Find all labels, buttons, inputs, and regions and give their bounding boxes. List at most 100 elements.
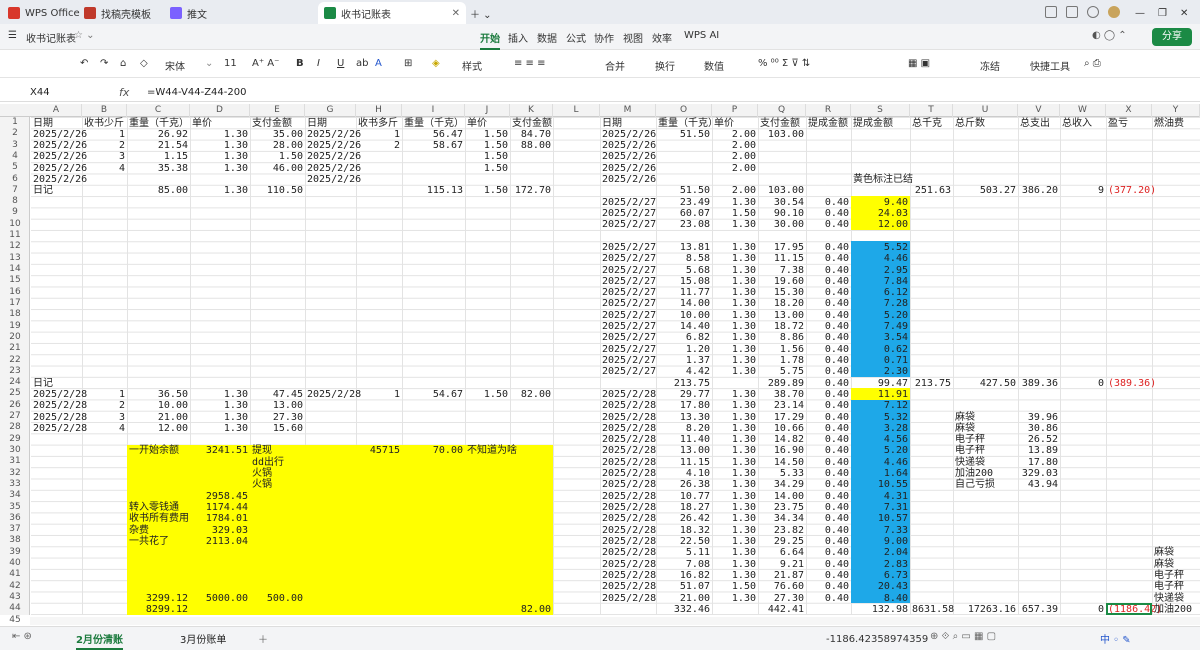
cell-p21[interactable]: 1.30: [714, 344, 756, 355]
cell-b26[interactable]: 2: [84, 400, 125, 411]
cell-y1[interactable]: 燃油费: [1154, 118, 1184, 129]
cell-v24[interactable]: 389.36: [1020, 378, 1058, 389]
cell-i30[interactable]: 70.00: [404, 445, 463, 456]
cell-e4[interactable]: 1.50: [252, 151, 303, 162]
cell-q32[interactable]: 5.33: [760, 468, 804, 479]
cell-grid[interactable]: 日期 收书少斤 重量（千克） 单价 支付金额 日期 收书多斤 重量（千克） 单价 支付金额 日期 重量…: [31, 117, 1200, 615]
cell-o42[interactable]: 51.07: [658, 581, 710, 592]
cell-k7[interactable]: 172.70: [512, 185, 551, 196]
cell-s22[interactable]: 0.71: [853, 355, 908, 366]
row-header[interactable]: 40: [0, 558, 30, 568]
cell-q12[interactable]: 17.95: [760, 242, 804, 253]
cell-r38[interactable]: 0.40: [808, 536, 849, 547]
cell-g4[interactable]: 2025/2/26: [307, 151, 361, 162]
cell-q17[interactable]: 18.20: [760, 298, 804, 309]
cell-j4[interactable]: 1.50: [467, 151, 508, 162]
cell-q44[interactable]: 442.41: [760, 604, 804, 615]
column-header-j[interactable]: J: [465, 104, 510, 117]
cell-q16[interactable]: 15.30: [760, 287, 804, 298]
cell-r18[interactable]: 0.40: [808, 310, 849, 321]
cell-o19[interactable]: 14.40: [658, 321, 710, 332]
cell-m38[interactable]: 2025/2/28: [602, 536, 656, 547]
cell-y40[interactable]: 麻袋: [1154, 559, 1174, 570]
cell-s41[interactable]: 6.73: [853, 570, 908, 581]
cell-o30[interactable]: 13.00: [658, 445, 710, 456]
avatar[interactable]: [1108, 6, 1120, 18]
cell-s13[interactable]: 4.46: [853, 253, 908, 264]
align-left-icon[interactable]: ≡ ≡ ≡: [514, 58, 546, 69]
cell-p37[interactable]: 1.30: [714, 525, 756, 536]
cell-x24[interactable]: (389.36): [1108, 378, 1156, 389]
cell-d4[interactable]: 1.30: [192, 151, 248, 162]
column-header-c[interactable]: C: [127, 104, 190, 117]
tab-template[interactable]: 找稿壳模板: [84, 2, 151, 24]
cell-q14[interactable]: 7.38: [760, 265, 804, 276]
row-header[interactable]: 21: [0, 343, 30, 353]
cell-p36[interactable]: 1.30: [714, 513, 756, 524]
cell-m23[interactable]: 2025/2/27: [602, 366, 656, 377]
cell-r34[interactable]: 0.40: [808, 491, 849, 502]
cell-c25[interactable]: 36.50: [129, 389, 188, 400]
cell-q24[interactable]: 289.89: [760, 378, 804, 389]
column-header-x[interactable]: X: [1106, 104, 1152, 117]
row-header[interactable]: 5: [0, 162, 30, 172]
search-icon[interactable]: ⌕ ⎙: [1084, 58, 1101, 69]
cell-a3[interactable]: 2025/2/26: [33, 140, 87, 151]
cell-d38[interactable]: 2113.04: [192, 536, 248, 547]
column-header-k[interactable]: K: [510, 104, 553, 117]
cell-q19[interactable]: 18.72: [760, 321, 804, 332]
cell-e7[interactable]: 110.50: [252, 185, 303, 196]
cell-m33[interactable]: 2025/2/28: [602, 479, 656, 490]
column-header-q[interactable]: Q: [758, 104, 806, 117]
cell-y39[interactable]: 麻袋: [1154, 547, 1174, 558]
cell-w7[interactable]: 9: [1062, 185, 1104, 196]
cell-p4[interactable]: 2.00: [714, 151, 756, 162]
cell-q7[interactable]: 103.00: [760, 185, 804, 196]
cell-v31[interactable]: 17.80: [1020, 457, 1058, 468]
cell-i1[interactable]: 重量（千克）: [404, 118, 464, 129]
format-painter-icon[interactable]: ⌂: [120, 58, 126, 69]
sheet-nav-icon[interactable]: ⇤ ⊛: [12, 631, 32, 642]
cell-o12[interactable]: 13.81: [658, 242, 710, 253]
cell-p33[interactable]: 1.30: [714, 479, 756, 490]
cell-c5[interactable]: 35.38: [129, 163, 188, 174]
close-window-icon[interactable]: ✕: [1180, 2, 1188, 24]
cell-o1[interactable]: 重量（千克）: [658, 118, 718, 129]
cell-d43[interactable]: 5000.00: [192, 593, 248, 604]
cell-o39[interactable]: 5.11: [658, 547, 710, 558]
cell-p9[interactable]: 1.50: [714, 208, 756, 219]
minimize-icon[interactable]: —: [1135, 2, 1145, 24]
cell-o38[interactable]: 22.50: [658, 536, 710, 547]
cell-d2[interactable]: 1.30: [192, 129, 248, 140]
row-header[interactable]: 30: [0, 445, 30, 455]
cell-e5[interactable]: 46.00: [252, 163, 303, 174]
cell-k44[interactable]: 82.00: [512, 604, 551, 615]
cell-m21[interactable]: 2025/2/27: [602, 344, 656, 355]
row-header[interactable]: 34: [0, 490, 30, 500]
cell-d30[interactable]: 3241.51: [192, 445, 248, 456]
cell-m5[interactable]: 2025/2/26: [602, 163, 656, 174]
cell-p13[interactable]: 1.30: [714, 253, 756, 264]
cell-u1[interactable]: 总斤数: [955, 118, 985, 129]
cell-t7[interactable]: 251.63: [912, 185, 951, 196]
input-method-icon[interactable]: 中 ◦ ✎: [1100, 631, 1131, 646]
cell-r24[interactable]: 0.40: [808, 378, 849, 389]
cell-r19[interactable]: 0.40: [808, 321, 849, 332]
column-header-b[interactable]: B: [82, 104, 127, 117]
cell-q31[interactable]: 14.50: [760, 457, 804, 468]
cell-m3[interactable]: 2025/2/26: [602, 140, 656, 151]
cell-e26[interactable]: 13.00: [252, 400, 303, 411]
cell-q36[interactable]: 34.34: [760, 513, 804, 524]
cell-j3[interactable]: 1.50: [467, 140, 508, 151]
cell-q38[interactable]: 29.25: [760, 536, 804, 547]
cell-o23[interactable]: 4.42: [658, 366, 710, 377]
cell-j30[interactable]: 不知道为啥: [467, 445, 517, 456]
cell-c4[interactable]: 1.15: [129, 151, 188, 162]
cell-o34[interactable]: 10.77: [658, 491, 710, 502]
cell-u30[interactable]: 电子秤: [955, 445, 985, 456]
cell-p42[interactable]: 1.50: [714, 581, 756, 592]
cell-g2[interactable]: 2025/2/26: [307, 129, 361, 140]
cell-v7[interactable]: 386.20: [1020, 185, 1058, 196]
cell-d26[interactable]: 1.30: [192, 400, 248, 411]
cell-s31[interactable]: 4.46: [853, 457, 908, 468]
